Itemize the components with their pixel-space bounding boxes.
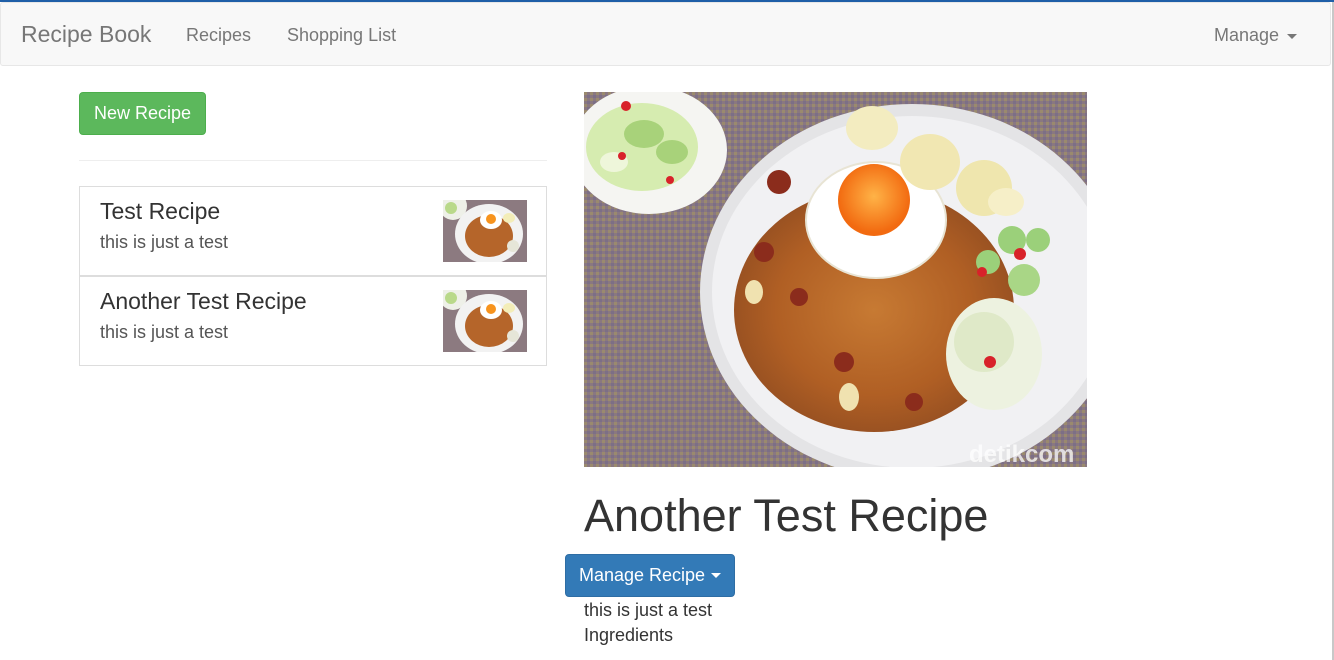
- image-watermark: detikcom: [969, 441, 1074, 467]
- chevron-down-icon: [1287, 33, 1298, 39]
- nav-link-shopping-list[interactable]: Shopping List: [287, 25, 396, 46]
- top-navbar: Recipe Book Recipes Shopping List Manage: [0, 2, 1331, 66]
- recipe-item-title: Another Test Recipe: [100, 288, 307, 314]
- recipe-thumbnail: [443, 290, 527, 352]
- navbar-brand[interactable]: Recipe Book: [21, 21, 151, 48]
- divider: [79, 160, 547, 161]
- recipe-detail-description: this is just a test: [584, 600, 713, 620]
- manage-recipe-button[interactable]: Manage Recipe: [565, 554, 735, 597]
- recipe-image: detikcom: [584, 92, 1087, 467]
- manage-dropdown-label: Manage: [1214, 25, 1280, 45]
- recipe-item-description: this is just a test: [100, 322, 229, 342]
- recipe-detail-title: Another Test Recipe: [584, 490, 989, 541]
- recipe-item-description: this is just a test: [100, 232, 229, 252]
- recipe-list-item[interactable]: Test Recipe this is just a test: [79, 186, 547, 276]
- chevron-down-icon: [711, 573, 722, 578]
- recipe-list-item[interactable]: Another Test Recipe this is just a test: [79, 276, 547, 366]
- recipe-item-title: Test Recipe: [100, 198, 221, 224]
- nav-link-recipes[interactable]: Recipes: [186, 25, 251, 46]
- manage-recipe-label: Manage Recipe: [578, 565, 706, 585]
- recipe-thumbnail: [443, 200, 527, 262]
- ingredients-heading: Ingredients: [584, 625, 674, 645]
- new-recipe-button[interactable]: New Recipe: [79, 92, 206, 135]
- manage-dropdown[interactable]: Manage: [1214, 25, 1298, 46]
